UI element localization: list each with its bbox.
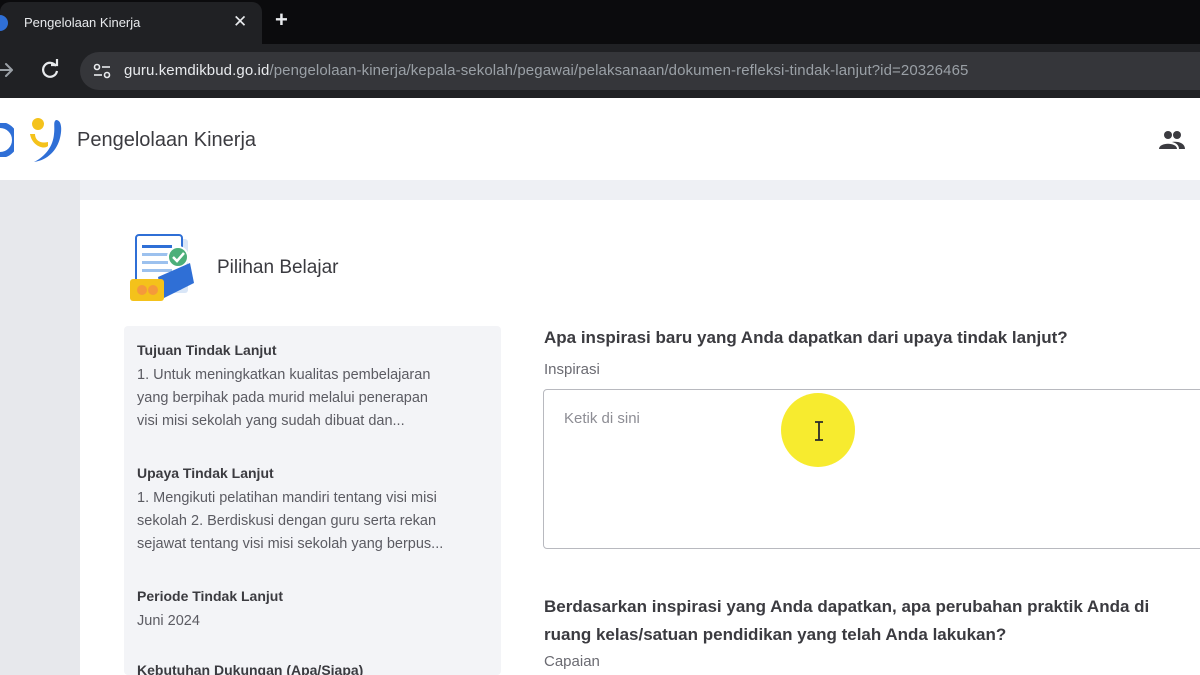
summary-line: 1. Mengikuti pelatihan mandiri tentang v… xyxy=(137,490,437,506)
url-path: /pengelolaan-kinerja/kepala-sekolah/pega… xyxy=(269,62,969,79)
question-capaian-line: ruang kelas/satuan pendidikan yang telah… xyxy=(544,625,1007,644)
summary-line: Juni 2024 xyxy=(137,613,200,629)
address-bar[interactable]: guru.kemdikbud.go.id/pengelolaan-kinerja… xyxy=(80,52,1200,90)
summary-text: Juni 2024 xyxy=(137,610,492,633)
browser-tab-bar: Pengelolaan Kinerja ✕ + xyxy=(0,0,1200,44)
left-sidebar xyxy=(0,180,80,675)
card-title: Pilihan Belajar xyxy=(217,257,339,278)
site-settings-icon[interactable] xyxy=(92,62,112,80)
browser-toolbar: guru.kemdikbud.go.id/pengelolaan-kinerja… xyxy=(0,44,1200,98)
new-tab-button[interactable]: + xyxy=(275,8,288,32)
summary-item: Tujuan Tindak Lanjut 1. Untuk meningkatk… xyxy=(137,342,492,433)
people-icon[interactable] xyxy=(1158,130,1186,150)
url-domain: guru.kemdikbud.go.id xyxy=(124,62,270,79)
summary-text: 1. Untuk meningkatkan kualitas pembelaja… xyxy=(137,364,492,433)
summary-heading: Periode Tindak Lanjut xyxy=(137,588,283,604)
summary-heading: Tujuan Tindak Lanjut xyxy=(137,342,277,358)
question-capaian-line: Berdasarkan inspirasi yang Anda dapatkan… xyxy=(544,597,1150,616)
textarea-placeholder: Ketik di sini xyxy=(564,410,640,427)
summary-line: sekolah 2. Berdiskusi dengan guru serta … xyxy=(137,513,437,529)
field-label-capaian: Capaian xyxy=(544,653,600,670)
url-text: guru.kemdikbud.go.id/pengelolaan-kinerja… xyxy=(124,62,968,79)
summary-line: yang berpihak pada murid melalui penerap… xyxy=(137,390,428,406)
question-inspirasi: Apa inspirasi baru yang Anda dapatkan da… xyxy=(544,328,1068,347)
learning-certificate-icon xyxy=(130,234,194,301)
question-capaian: Berdasarkan inspirasi yang Anda dapatkan… xyxy=(544,593,1149,649)
menu-logo-icon[interactable] xyxy=(0,123,14,157)
summary-line: sejawat tentang visi misi sekolah yang b… xyxy=(137,536,444,552)
summary-item: Upaya Tindak Lanjut 1. Mengikuti pelatih… xyxy=(137,465,492,556)
forward-arrow-icon[interactable] xyxy=(0,58,16,82)
app-title: Pengelolaan Kinerja xyxy=(77,129,257,151)
summary-line: 1. Untuk meningkatkan kualitas pembelaja… xyxy=(137,367,431,383)
favicon-icon xyxy=(0,15,8,31)
browser-tab[interactable]: Pengelolaan Kinerja ✕ xyxy=(0,2,262,44)
summary-heading: Kebutuhan Dukungan (Apa/Siapa) xyxy=(137,662,364,675)
kemdikbud-logo-icon xyxy=(30,118,62,162)
summary-line: visi misi sekolah yang sudah dibuat dan.… xyxy=(137,413,405,429)
inspirasi-textarea[interactable]: Ketik di sini xyxy=(543,389,1200,549)
text-cursor-icon xyxy=(815,421,823,441)
summary-heading: Upaya Tindak Lanjut xyxy=(137,465,274,481)
reload-icon[interactable] xyxy=(38,58,62,82)
field-label-inspirasi: Inspirasi xyxy=(544,361,600,378)
tab-title: Pengelolaan Kinerja xyxy=(24,15,141,30)
summary-item: Kebutuhan Dukungan (Apa/Siapa) xyxy=(137,662,492,675)
app-header: Pengelolaan Kinerja xyxy=(0,98,1200,180)
summary-panel: Tujuan Tindak Lanjut 1. Untuk meningkatk… xyxy=(124,326,501,675)
summary-text: 1. Mengikuti pelatihan mandiri tentang v… xyxy=(137,487,492,556)
close-tab-icon[interactable]: ✕ xyxy=(233,11,247,33)
summary-item: Periode Tindak Lanjut Juni 2024 xyxy=(137,588,492,633)
